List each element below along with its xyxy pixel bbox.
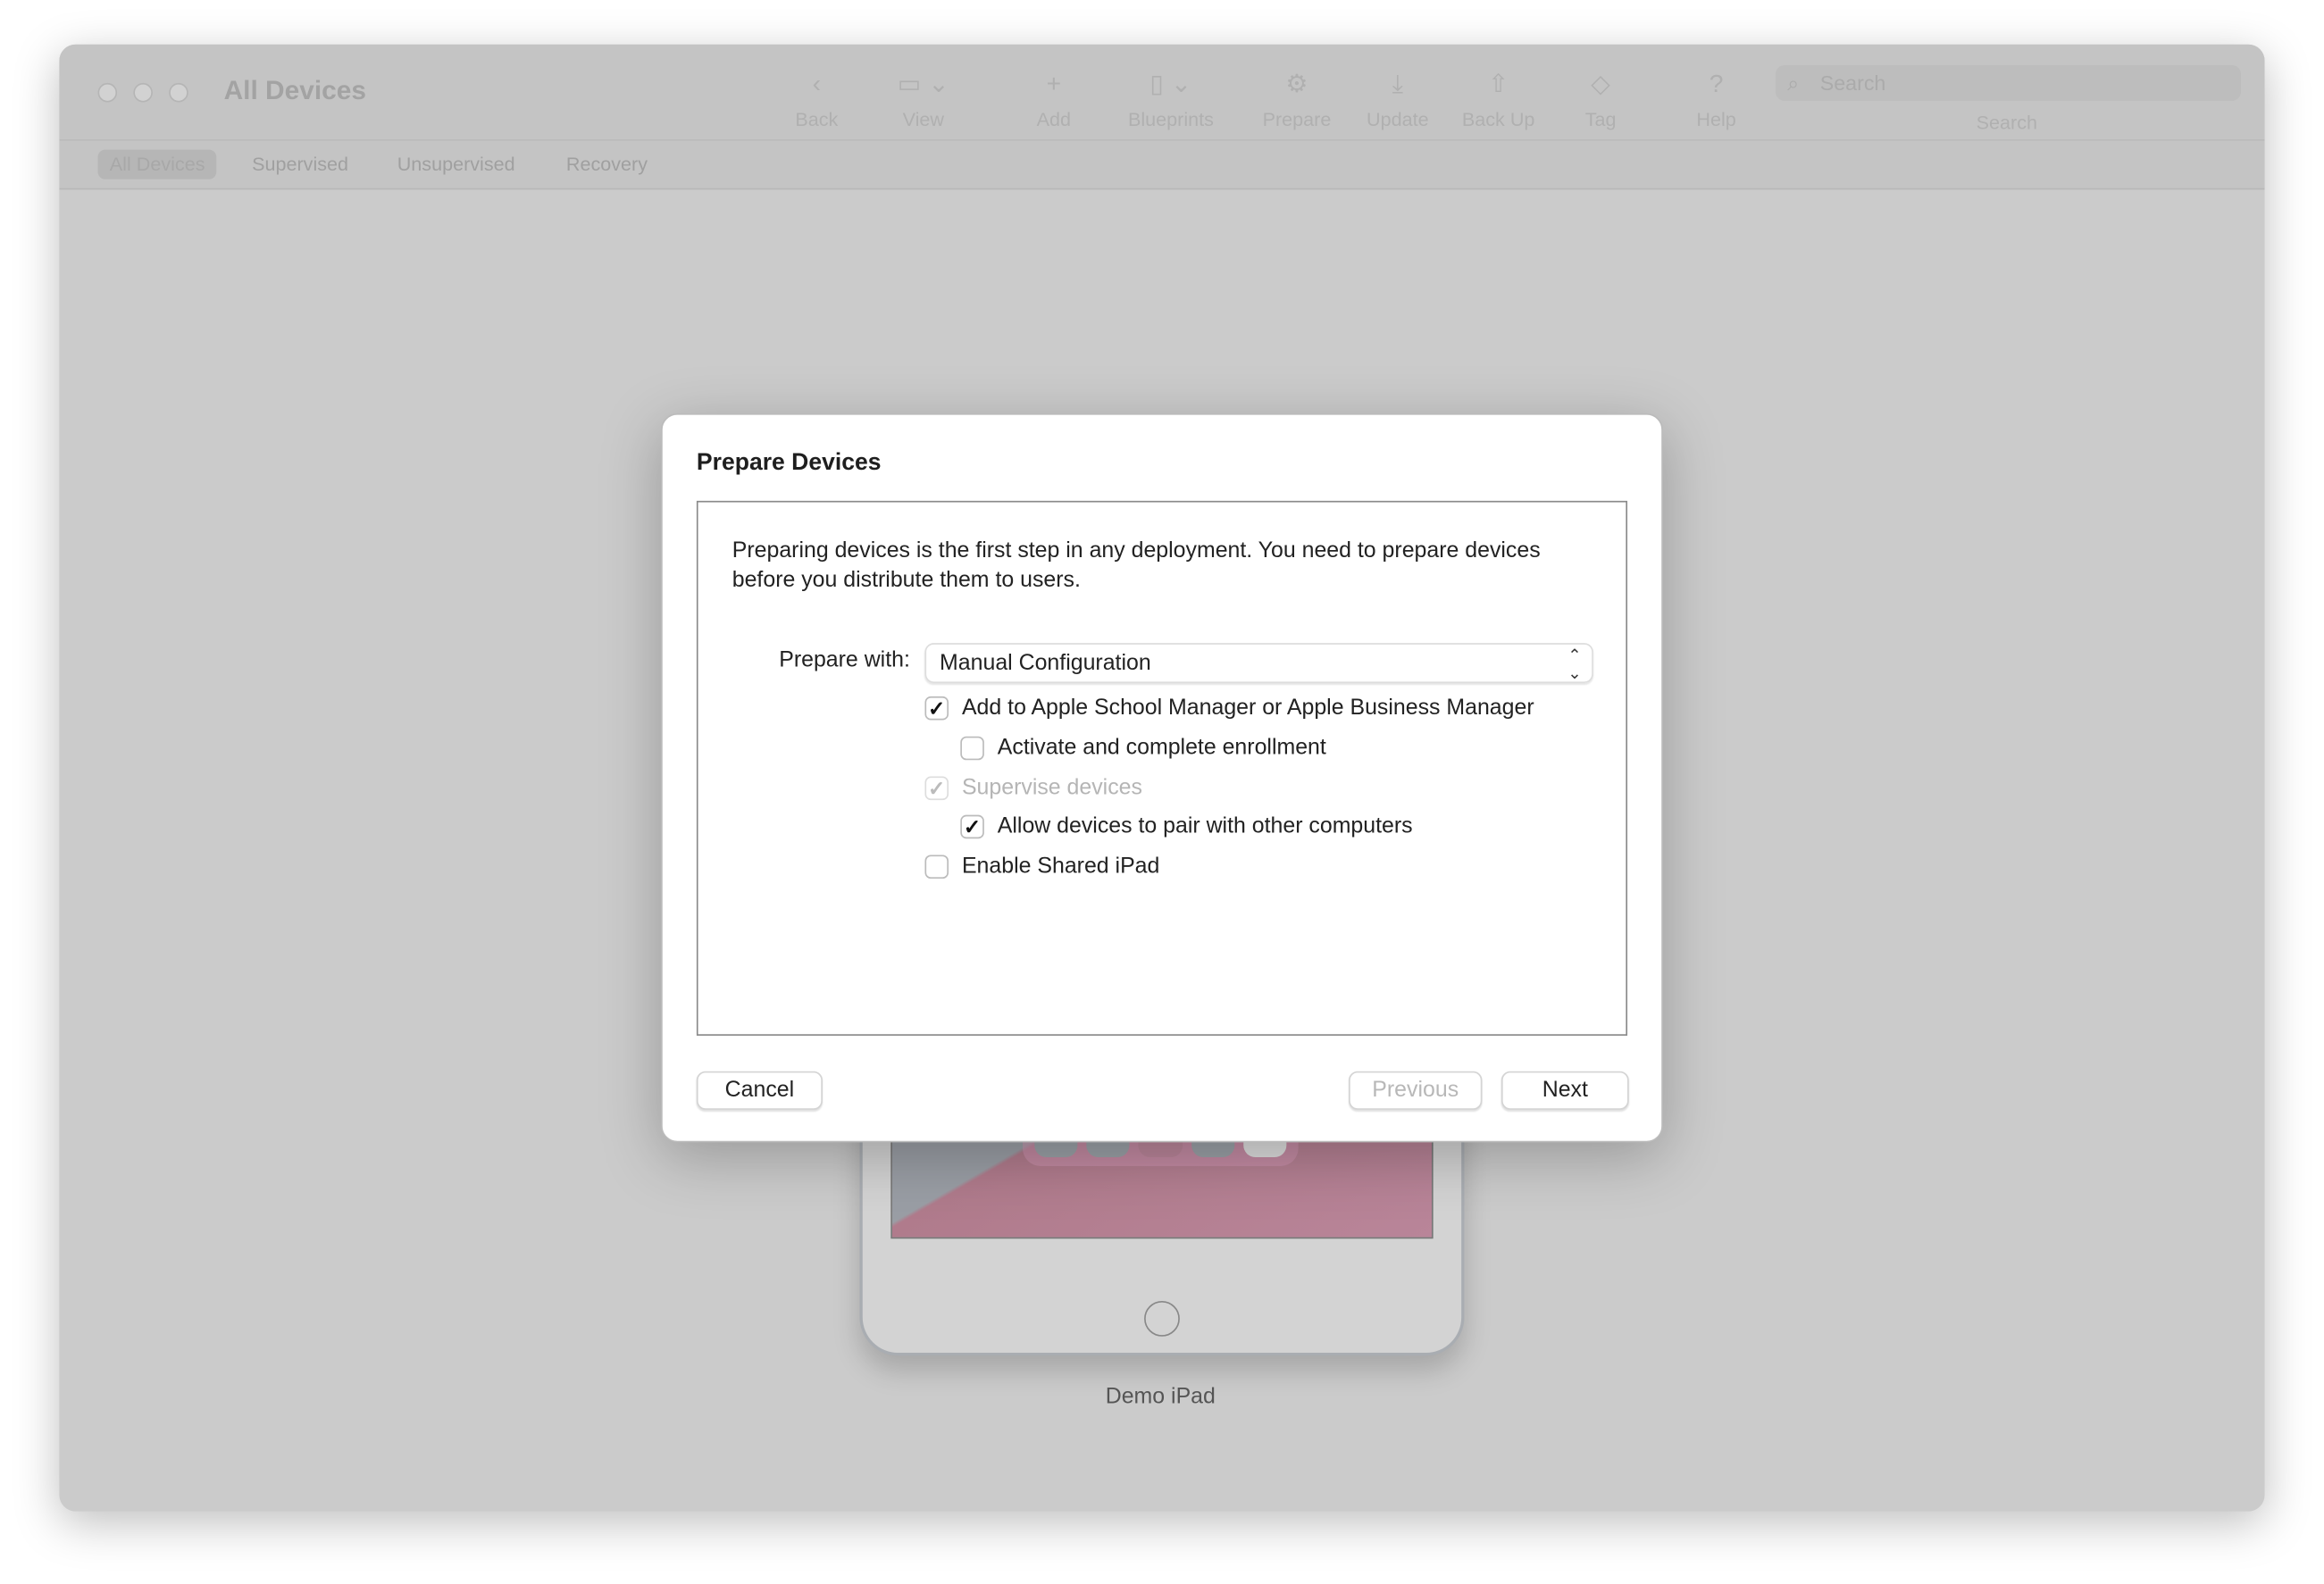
tab-all-devices[interactable]: All Devices (97, 149, 217, 179)
toolbar-view-button[interactable]: ▭ ⌄ View (864, 65, 982, 130)
toolbar-label: Blueprints (1127, 108, 1214, 131)
option-checkbox-5[interactable]: Enable Shared iPad (924, 854, 1159, 879)
toolbar-divider (59, 138, 2265, 141)
toolbar-label: Add (1036, 108, 1072, 131)
tab-supervised[interactable]: Supervised (240, 150, 360, 179)
toolbar-blueprints-button[interactable]: ▯ ⌄ Blueprints (1112, 65, 1231, 130)
checkbox-empty-icon[interactable] (960, 735, 984, 760)
backup-arrow-up-icon: ⇧ (1487, 69, 1509, 98)
search-input[interactable]: ⌕ Search (1775, 65, 2242, 101)
zoom-window-button[interactable] (169, 82, 188, 103)
toolbar-back-up-button[interactable]: ⇧ Back Up (1439, 65, 1558, 130)
minimize-window-button[interactable] (133, 82, 153, 103)
prepare-devices-dialog: Prepare Devices Preparing devices is the… (661, 413, 1663, 1143)
home-button (1144, 1300, 1180, 1337)
option-label: Supervise devices (961, 774, 1142, 801)
toolbar-help-button[interactable]: ? Help (1657, 65, 1776, 130)
option-checkbox-4[interactable]: ✓ Allow devices to pair with other comput… (960, 813, 1413, 839)
plus-icon: + (1046, 69, 1062, 98)
prepare-with-label: Prepare with: (779, 647, 910, 673)
dialog-title: Prepare Devices (696, 450, 882, 476)
toolbar-back-button[interactable]: ‹ Back (757, 65, 876, 130)
help-icon: ? (1709, 69, 1724, 98)
toolbar-label: Back Up (1461, 108, 1535, 131)
chevron-up-down-icon: ⌃ ⌄ (1567, 647, 1582, 683)
toolbar-label: Tag (1584, 108, 1617, 131)
checkmark-icon[interactable]: ✓ (960, 813, 984, 838)
device-name: Demo iPad (1105, 1383, 1216, 1410)
option-label: Allow devices to pair with other compute… (997, 813, 1413, 839)
toolbar-tag-button[interactable]: ◇ Tag (1542, 65, 1660, 130)
tab-recovery[interactable]: Recovery (555, 150, 660, 179)
blueprints-icon: ▯ ⌄ (1149, 69, 1192, 98)
cancel-button[interactable]: Cancel (696, 1071, 823, 1110)
view-icon: ▭ ⌄ (897, 69, 949, 98)
option-checkbox-1[interactable]: ✓ Add to Apple School Manager or Apple Bu… (924, 695, 1534, 720)
toolbar-label: View (902, 108, 944, 131)
tab-unsupervised[interactable]: Unsupervised (385, 150, 526, 179)
window-title: All Devices (223, 75, 366, 105)
prepare-with-value: Manual Configuration (940, 650, 1151, 676)
previous-button[interactable]: Previous (1349, 1071, 1483, 1110)
option-checkbox-3[interactable]: ✓ Supervise devices (924, 774, 1142, 801)
intro-text: Preparing devices is the first step in a… (731, 538, 1541, 593)
tag-icon: ◇ (1591, 69, 1610, 98)
checkbox-empty-icon[interactable] (924, 854, 949, 879)
option-label: Enable Shared iPad (961, 853, 1160, 880)
checkmark-icon[interactable]: ✓ (924, 775, 949, 800)
option-label: Activate and complete enrollment (997, 735, 1326, 761)
next-button[interactable]: Next (1501, 1071, 1629, 1110)
search-label: Search (1976, 111, 2038, 134)
option-checkbox-2[interactable]: Activate and complete enrollment (960, 735, 1326, 760)
toolbar-label: Back (795, 108, 839, 131)
search-icon: ⌕ (1787, 71, 1800, 96)
toolbar-add-button[interactable]: + Add (994, 65, 1113, 130)
toolbar-label: Help (1696, 108, 1736, 131)
dialog-content-box: Preparing devices is the first step in a… (696, 500, 1628, 1036)
prepare-with-popup[interactable]: Manual Configuration ⌃ ⌄ (924, 643, 1593, 683)
close-window-button[interactable] (97, 82, 118, 103)
toolbar: All Devices ‹ Back ▭ ⌄ View + Add ▯ ⌄ Blueprint… (59, 44, 2265, 190)
search-placeholder: Search (1819, 71, 1886, 96)
option-label: Add to Apple School Manager or Apple Bus… (961, 695, 1534, 721)
checkmark-icon[interactable]: ✓ (924, 696, 949, 720)
chevron-left-icon: ‹ (812, 69, 822, 98)
